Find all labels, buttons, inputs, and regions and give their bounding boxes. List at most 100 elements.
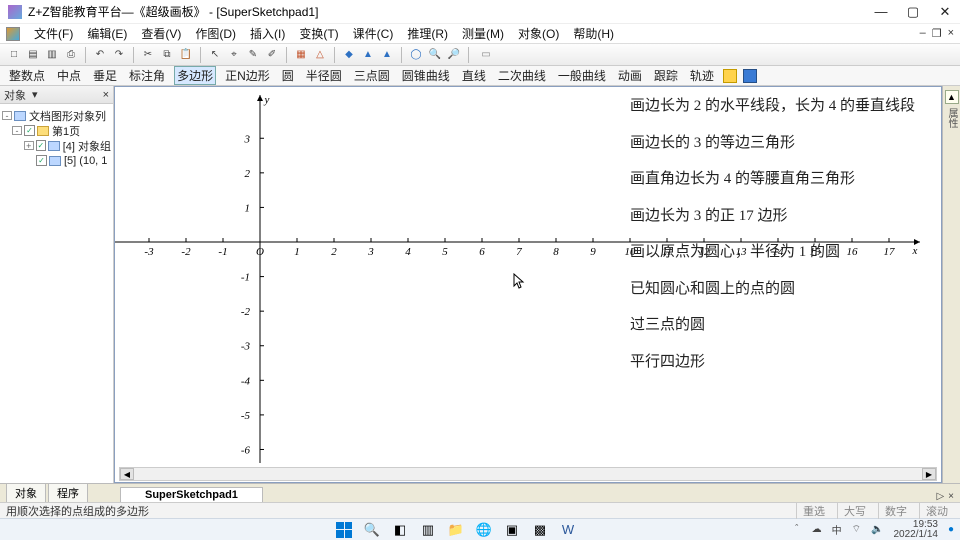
tb-paste-icon[interactable]: 📋 <box>178 47 194 63</box>
task-item: 画以原点为圆心，半径为 1 的圆 <box>630 243 915 263</box>
menu-file[interactable]: 文件(F) <box>28 24 79 43</box>
menu-help[interactable]: 帮助(H) <box>567 24 620 43</box>
t2-3pcircle[interactable]: 三点圆 <box>351 67 393 84</box>
btab-objects[interactable]: 对象 <box>6 483 46 502</box>
tb-grid-icon[interactable]: ▦ <box>293 47 309 63</box>
t2-radcircle[interactable]: 半径圆 <box>303 67 345 84</box>
tb-point-icon[interactable]: ⌖ <box>226 47 242 63</box>
object-tree[interactable]: -文档图形对象列 -✓第1页 +✓[4] 对象组 ✓[5] (10, 1 <box>0 104 113 483</box>
btab-document[interactable]: SuperSketchpad1 <box>120 487 263 502</box>
menu-edit[interactable]: 编辑(E) <box>81 24 133 43</box>
tb-pencil-icon[interactable]: ✐ <box>264 47 280 63</box>
mdi-min-button[interactable]: – <box>920 27 926 40</box>
tb-copy-icon[interactable]: ⧉ <box>159 47 175 63</box>
tb-fill2-icon[interactable]: ▲ <box>360 47 376 63</box>
menu-insert[interactable]: 插入(I) <box>244 24 291 43</box>
mdi-max-button[interactable]: ❐ <box>932 27 942 40</box>
tb-print-icon[interactable]: ⎙ <box>63 47 79 63</box>
tray-ime-icon[interactable]: 中 <box>832 522 842 537</box>
tb-circle-icon[interactable]: ◯ <box>408 47 424 63</box>
btab-close-icon[interactable]: × <box>948 491 954 502</box>
app-icon <box>8 5 22 19</box>
taskbar-app-icon[interactable]: ▩ <box>530 521 550 539</box>
mdi-close-button[interactable]: × <box>948 27 954 40</box>
tb-box-icon[interactable]: ▭ <box>475 47 497 63</box>
taskbar-word-icon[interactable]: W <box>558 521 578 539</box>
taskbar-terminal-icon[interactable]: ▣ <box>502 521 522 539</box>
rightstrip-label[interactable]: 属性 <box>944 108 959 128</box>
tb-save-icon[interactable]: ▥ <box>44 47 60 63</box>
t2-midpoint[interactable]: 中点 <box>54 67 84 84</box>
btab-program[interactable]: 程序 <box>48 483 88 502</box>
taskbar-explorer-icon[interactable]: 📁 <box>446 521 466 539</box>
tray-volume-icon[interactable]: 🔈 <box>871 524 883 535</box>
rightstrip-toggle-icon[interactable]: ▲ <box>945 90 959 104</box>
t2-quadratic[interactable]: 二次曲线 <box>495 67 549 84</box>
t2-foot[interactable]: 垂足 <box>90 67 120 84</box>
tree-page[interactable]: 第1页 <box>52 123 80 139</box>
taskbar-edge-icon[interactable]: 🌐 <box>474 521 494 539</box>
tb-pen-icon[interactable]: ✎ <box>245 47 261 63</box>
t2-line[interactable]: 直线 <box>459 67 489 84</box>
btab-play-icon[interactable]: ▷ <box>936 491 944 502</box>
task-item: 平行四边形 <box>630 353 915 373</box>
tray-wifi-icon[interactable]: ⌔ <box>852 523 861 536</box>
menu-course[interactable]: 课件(C) <box>347 24 400 43</box>
taskbar-search-icon[interactable]: 🔍 <box>362 521 382 539</box>
tb-undo-icon[interactable]: ↶ <box>92 47 108 63</box>
tb-tri-icon[interactable]: △ <box>312 47 328 63</box>
menu-reason[interactable]: 推理(R) <box>401 24 454 43</box>
sidebar-close-icon[interactable]: × <box>103 89 109 101</box>
tray-cloud-icon[interactable]: ☁ <box>812 524 822 535</box>
tb-fill1-icon[interactable]: ◆ <box>341 47 357 63</box>
t2-circle[interactable]: 圆 <box>279 67 297 84</box>
svg-text:3: 3 <box>244 133 251 145</box>
tree-node4[interactable]: [4] 对象组 <box>63 138 111 154</box>
t2-locus[interactable]: 轨迹 <box>687 67 717 84</box>
horizontal-scrollbar[interactable]: ◀ ▶ <box>119 467 937 481</box>
tb-redo-icon[interactable]: ↷ <box>111 47 127 63</box>
tray-notification-icon[interactable]: ● <box>948 524 954 535</box>
t2-trace[interactable]: 跟踪 <box>651 67 681 84</box>
tb-zoomin-icon[interactable]: 🔍 <box>427 47 443 63</box>
start-button[interactable] <box>334 521 354 539</box>
menu-object[interactable]: 对象(O) <box>512 24 565 43</box>
menu-draw[interactable]: 作图(D) <box>189 24 242 43</box>
menu-transform[interactable]: 变换(T) <box>293 24 344 43</box>
menu-measure[interactable]: 测量(M) <box>456 24 510 43</box>
t2-intpoint[interactable]: 整数点 <box>6 67 48 84</box>
tree-root[interactable]: 文档图形对象列 <box>29 108 106 124</box>
menu-view[interactable]: 查看(V) <box>135 24 187 43</box>
tb-new-icon[interactable]: □ <box>6 47 22 63</box>
tray-clock[interactable]: 19:53 2022/1/14 <box>893 520 938 540</box>
scroll-right-icon[interactable]: ▶ <box>922 468 936 480</box>
t2-color1-icon[interactable] <box>723 69 737 83</box>
t2-color2-icon[interactable] <box>743 69 757 83</box>
min-button[interactable]: — <box>874 4 888 20</box>
svg-text:1: 1 <box>294 246 300 258</box>
svg-text:8: 8 <box>553 246 559 258</box>
tb-select-icon[interactable]: ↖ <box>207 47 223 63</box>
t2-anim[interactable]: 动画 <box>615 67 645 84</box>
scroll-left-icon[interactable]: ◀ <box>120 468 134 480</box>
taskbar-taskview-icon[interactable]: ◧ <box>390 521 410 539</box>
close-button[interactable]: ✕ <box>938 4 952 20</box>
tray-overflow-icon[interactable]: ＾ <box>792 522 802 537</box>
window-titlebar: Z+Z智能教育平台—《超级画板》 - [SuperSketchpad1] — ▢… <box>0 0 960 24</box>
t2-conic[interactable]: 圆锥曲线 <box>399 67 453 84</box>
tb-cut-icon[interactable]: ✂ <box>140 47 156 63</box>
tb-zoomout-icon[interactable]: 🔎 <box>446 47 462 63</box>
max-button[interactable]: ▢ <box>906 4 920 20</box>
tb-open-icon[interactable]: ▤ <box>25 47 41 63</box>
t2-general[interactable]: 一般曲线 <box>555 67 609 84</box>
svg-text:-2: -2 <box>241 306 251 318</box>
t2-polygon[interactable]: 多边形 <box>174 66 216 85</box>
tree-node5[interactable]: [5] (10, 1 <box>64 155 107 167</box>
bottom-tab-bar: 对象 程序 SuperSketchpad1 ▷ × <box>0 483 960 502</box>
tb-fill3-icon[interactable]: ▲ <box>379 47 395 63</box>
taskbar-widgets-icon[interactable]: ▥ <box>418 521 438 539</box>
status-reset[interactable]: 重选 <box>796 503 831 519</box>
drawing-canvas[interactable]: -3-2-1O12345678910111213141516174 -6-5-4… <box>114 86 942 483</box>
t2-regpoly[interactable]: 正N边形 <box>222 67 273 84</box>
t2-angle[interactable]: 标注角 <box>126 67 168 84</box>
